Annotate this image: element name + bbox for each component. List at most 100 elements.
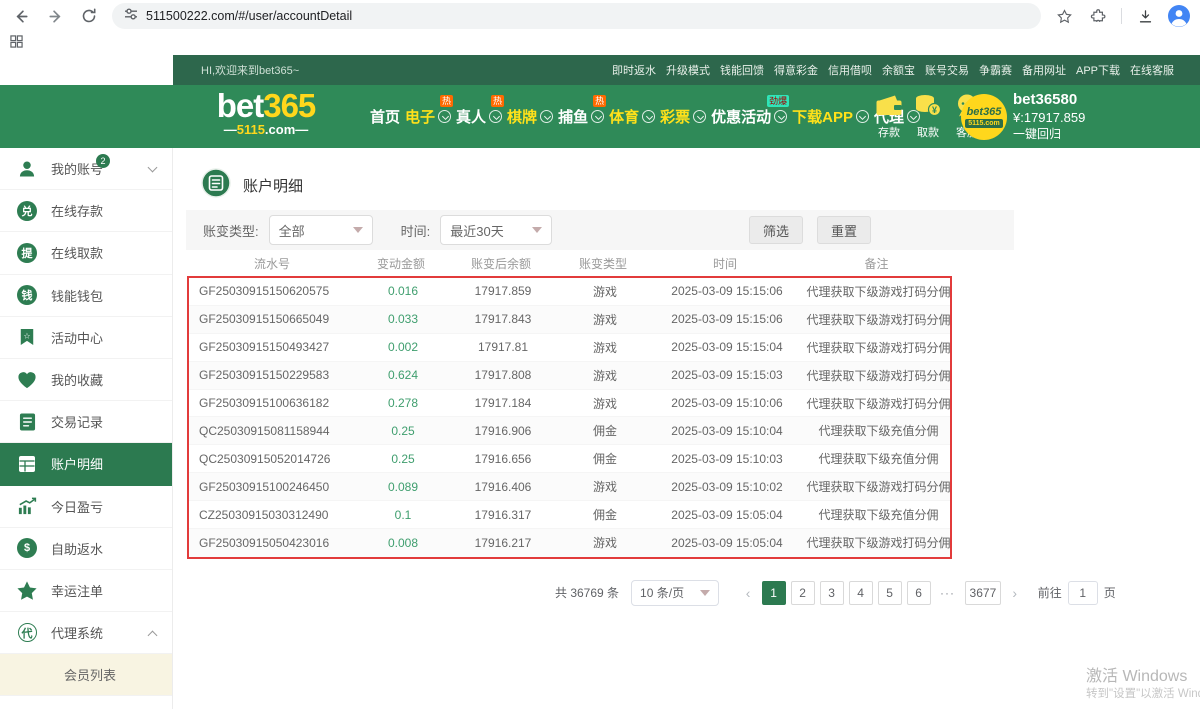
sidebar-item-qianneng-wallet[interactable]: 钱钱能钱包 [0, 275, 172, 317]
withdraw-button[interactable]: ¥ 取款 [911, 93, 945, 140]
sidebar-item-self-rebate[interactable]: $自助返水 [0, 528, 172, 570]
topbar-link-0[interactable]: 即时返水 [612, 62, 656, 78]
type-select[interactable]: 全部 [269, 215, 373, 245]
main-nav: 首页电子热真人热棋牌捕鱼热体育彩票优惠活动劲爆下载APP代理 [370, 85, 920, 148]
withdraw-icon: 提 [16, 243, 38, 263]
cell-serial: GF25030915100636182 [189, 396, 359, 410]
page-title-row: 账户明细 [173, 148, 1200, 200]
nav-item-1[interactable]: 电子热 [405, 106, 451, 127]
topbar-links: 即时返水升级模式钱能回馈得意彩金信用借呗余额宝账号交易争霸赛备用网址 APP下载在… [612, 62, 1174, 78]
nav-item-6[interactable]: 彩票 [660, 106, 706, 127]
sidebar-item-my-account[interactable]: 我的账号2 [0, 148, 172, 190]
svg-text:☆: ☆ [23, 332, 30, 341]
extensions-icon[interactable] [1087, 5, 1109, 27]
welcome-text: HI,欢迎来到bet365~ [201, 62, 299, 78]
site-header: bet365 —5115.com— 首页电子热真人热棋牌捕鱼热体育彩票优惠活动劲… [0, 85, 1200, 148]
cell-balance: 17916.317 [447, 508, 559, 522]
sidebar-item-online-deposit[interactable]: 兑在线存款 [0, 190, 172, 232]
topbar-link-5[interactable]: 余额宝 [882, 62, 915, 78]
goto-page-input[interactable] [1068, 581, 1098, 605]
circle-chevron-icon [540, 110, 553, 123]
topbar-link-7[interactable]: 争霸赛 [979, 62, 1012, 78]
page-button-4[interactable]: 4 [849, 581, 873, 605]
cell-remark: 代理获取下级游戏打码分佣 [803, 534, 954, 551]
pagination: 共 36769 条 10 条/页 ‹ 123456···3677 › 前往 页 [555, 580, 1200, 606]
page-button-3677[interactable]: 3677 [965, 581, 1002, 605]
page-button-5[interactable]: 5 [878, 581, 902, 605]
table-row: GF250309151002464500.08917916.406游戏2025-… [189, 473, 950, 501]
next-page-button[interactable]: › [1004, 581, 1026, 605]
cell-time: 2025-03-09 15:05:04 [651, 536, 803, 550]
apps-grid-icon[interactable] [10, 35, 23, 53]
reset-button[interactable]: 重置 [817, 216, 871, 244]
cell-type: 游戏 [559, 283, 651, 300]
deposit-button[interactable]: 存款 [872, 93, 906, 140]
nav-item-7[interactable]: 优惠活动劲爆 [711, 106, 787, 127]
site-logo[interactable]: bet365 —5115.com— [194, 90, 338, 137]
topbar-link-8[interactable]: 备用网址 [1022, 62, 1066, 78]
filter-button[interactable]: 筛选 [749, 216, 803, 244]
activity-icon: ☆ [16, 327, 38, 347]
table-row: GF250309151502295830.62417917.808游戏2025-… [189, 362, 950, 390]
nav-item-2[interactable]: 真人热 [456, 106, 502, 127]
page-button-2[interactable]: 2 [791, 581, 815, 605]
page-button-6[interactable]: 6 [907, 581, 931, 605]
site-info-icon[interactable] [124, 7, 138, 26]
topbar-link-2[interactable]: 钱能回馈 [720, 62, 764, 78]
sidebar-item-online-withdraw[interactable]: 提在线取款 [0, 232, 172, 274]
cell-serial: QC25030915081158944 [189, 424, 359, 438]
address-bar[interactable]: 511500222.com/#/user/accountDetail [112, 3, 1041, 29]
circle-chevron-icon [438, 110, 451, 123]
nav-item-3[interactable]: 棋牌 [507, 106, 553, 127]
one-key-return-link[interactable]: 一键回归 [1013, 126, 1085, 142]
cell-time: 2025-03-09 15:10:06 [651, 396, 803, 410]
cell-remark: 代理获取下级游戏打码分佣 [803, 395, 954, 412]
profile-avatar[interactable] [1168, 5, 1190, 27]
page-size-select[interactable]: 10 条/页 [631, 580, 719, 606]
cell-serial: GF25030915150493427 [189, 340, 359, 354]
cell-type: 游戏 [559, 311, 651, 328]
nav-item-0[interactable]: 首页 [370, 106, 400, 127]
page-button-3[interactable]: 3 [820, 581, 844, 605]
sidebar-item-my-favorites[interactable]: 我的收藏 [0, 359, 172, 401]
goto-page: 前往 页 [1038, 581, 1116, 605]
user-icon [16, 159, 38, 179]
browser-forward-icon[interactable] [44, 5, 66, 27]
topbar-link-9[interactable]: APP下载 [1076, 62, 1120, 78]
topbar-link-1[interactable]: 升级模式 [666, 62, 710, 78]
page-button-1[interactable]: 1 [762, 581, 786, 605]
prev-page-button[interactable]: ‹ [737, 581, 759, 605]
nav-item-5[interactable]: 体育 [609, 106, 655, 127]
downloads-icon[interactable] [1134, 5, 1156, 27]
cell-balance: 17916.217 [447, 536, 559, 550]
topbar-link-6[interactable]: 账号交易 [925, 62, 969, 78]
sidebar-item-member-list[interactable]: 会员列表 [0, 654, 172, 696]
nav-item-8[interactable]: 下载APP [792, 106, 869, 127]
sidebar-item-transaction-records[interactable]: 交易记录 [0, 401, 172, 443]
cell-amount: 0.008 [359, 536, 447, 550]
total-count: 共 36769 条 [555, 584, 619, 601]
sidebar-item-today-profit-loss[interactable]: 今日盈亏 [0, 486, 172, 528]
browser-reload-icon[interactable] [78, 5, 100, 27]
time-select[interactable]: 最近30天 [440, 215, 552, 245]
topbar-link-10[interactable]: 在线客服 [1130, 62, 1174, 78]
column-header: 备注 [801, 255, 952, 272]
cell-amount: 0.002 [359, 340, 447, 354]
sidebar-item-activity-center[interactable]: ☆活动中心 [0, 317, 172, 359]
detail-icon [16, 455, 38, 473]
cell-type: 佣金 [559, 450, 651, 467]
page-ellipsis-button[interactable]: ··· [936, 581, 960, 605]
main-content: 账户明细 账变类型: 全部 时间: 最近30天 筛选 重置 流水号变动金额账变后… [173, 148, 1200, 709]
sidebar-item-account-detail[interactable]: 账户明细 [0, 443, 172, 485]
topbar-link-4[interactable]: 信用借呗 [828, 62, 872, 78]
cell-amount: 0.033 [359, 312, 447, 326]
circle-chevron-icon [856, 110, 869, 123]
sidebar-item-agent-system[interactable]: 代代理系统 [0, 612, 172, 654]
count-badge: 2 [96, 154, 110, 168]
username: bet36580 [1013, 91, 1085, 109]
bookmark-star-icon[interactable] [1053, 5, 1075, 27]
topbar-link-3[interactable]: 得意彩金 [774, 62, 818, 78]
sidebar-item-lucky-bets[interactable]: 幸运注单 [0, 570, 172, 612]
browser-back-icon[interactable] [10, 5, 32, 27]
nav-item-4[interactable]: 捕鱼热 [558, 106, 604, 127]
